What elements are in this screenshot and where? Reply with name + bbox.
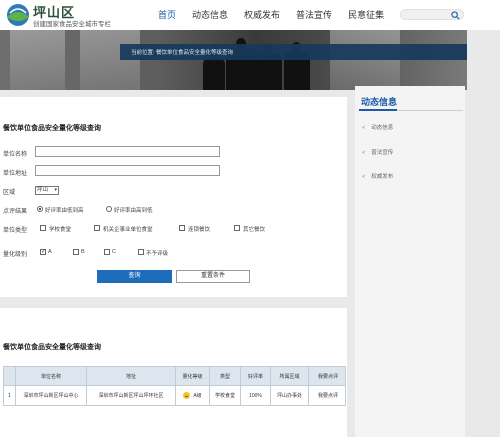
type-checkbox-chain[interactable] (179, 225, 185, 231)
check-icon: ✓ (41, 249, 47, 255)
chevron-left-icon: < (362, 125, 366, 131)
level-checkbox-a[interactable]: ✓ (40, 249, 46, 255)
level-option-label: B (81, 249, 85, 255)
table-cell: 100% (241, 386, 271, 405)
nav-item-home[interactable]: 首页 (150, 0, 184, 30)
level-option-label: 不予评级 (146, 251, 169, 257)
chevron-left-icon: < (362, 174, 366, 180)
chevron-down-icon: ▾ (54, 187, 57, 193)
table-cell: 坪山办事处 (271, 386, 309, 405)
table-header-cell: 我要点评 (317, 373, 338, 380)
type-option-label: 其它餐饮 (243, 227, 266, 233)
chevron-left-icon: < (362, 150, 366, 156)
unit-address-label: 单位地址 (3, 171, 28, 177)
table-header-cell: 地址 (87, 367, 176, 385)
sidebar-item-label: 动态信息 (371, 125, 394, 131)
unit-name-input[interactable] (35, 146, 220, 157)
nav-item-releases[interactable]: 权威发布 (236, 0, 288, 30)
result-radio-high-low[interactable] (106, 206, 112, 212)
region-select[interactable]: 坪山 ▾ (35, 186, 59, 195)
table-row: 1 深圳市坪山新区坪山中心 深圳市坪山新区坪山坪环社区 A级 学校食堂 100%… (3, 386, 346, 406)
banner-window (330, 30, 400, 90)
search-input[interactable] (400, 9, 464, 20)
table-header-cell: 好评率 (241, 367, 271, 385)
unit-name-label: 单位名称 (3, 152, 28, 158)
sidebar-item-news[interactable]: < 动态信息 (362, 123, 393, 131)
region-label: 区域 (3, 190, 16, 196)
unit-address-input[interactable] (35, 165, 220, 176)
banner-person (203, 58, 225, 90)
banner-window (80, 30, 140, 90)
sidebar-item-label: 权威发布 (371, 174, 394, 180)
table-header-cell: 量化等级 (176, 367, 210, 385)
banner-window (10, 30, 65, 90)
level-checkbox-b[interactable] (73, 249, 79, 255)
level-checkbox-unrated[interactable] (138, 249, 144, 255)
sidebar-title: 动态信息 (361, 97, 398, 107)
search-icon[interactable] (451, 11, 460, 20)
table-header-cell (4, 367, 16, 385)
type-option-label: 连锁餐饮 (188, 227, 211, 233)
type-checkbox-agency[interactable] (94, 225, 100, 231)
type-option-label: 学校食堂 (49, 227, 72, 233)
hero-banner (0, 30, 467, 90)
region-select-value: 坪山 (37, 187, 49, 193)
result-radio-low-high[interactable] (37, 206, 43, 212)
result-label: 点评结果 (3, 209, 28, 215)
table-cell: 深圳市坪山新区坪山坪环社区 (87, 386, 176, 405)
reset-button[interactable]: 重置条件 (176, 270, 250, 283)
level-checkbox-c[interactable] (104, 249, 110, 255)
sidebar-divider-accent (359, 109, 397, 111)
results-table-header: 单位名称 地址 量化等级 类型 好评率 所属区域 我要点评 (3, 366, 346, 386)
nav-item-news[interactable]: 动态信息 (184, 0, 236, 30)
sidebar-item-label: 普法宣传 (371, 150, 394, 156)
result-option-label: 好评率由高到低 (114, 208, 153, 214)
table-cell: 深圳市坪山新区坪山中心 (16, 386, 87, 405)
table-header-cell: 类型 (210, 367, 241, 385)
logo-icon (7, 4, 29, 26)
query-button[interactable]: 查询 (97, 270, 172, 283)
table-cell-grade: A级 (176, 386, 210, 405)
table-header-cell: 单位名称 (16, 367, 87, 385)
table-header-cell: 所属区域 (271, 367, 309, 385)
type-option-label: 机关企事业单位食堂 (103, 227, 153, 233)
site-logo-subtitle: 创建国家食品安全城市专栏 (33, 21, 111, 28)
grade-value: A级 (193, 393, 202, 399)
type-checkbox-school[interactable] (40, 225, 46, 231)
type-checkbox-other[interactable] (234, 225, 240, 231)
review-link[interactable]: 我要点评 (309, 386, 347, 405)
sidebar-item-releases[interactable]: < 权威发布 (362, 172, 393, 180)
level-label: 量化级别 (3, 252, 28, 258)
main-nav: 首页 动态信息 权威发布 普法宣传 民意征集 (150, 0, 392, 30)
nav-item-legal[interactable]: 普法宣传 (288, 0, 340, 30)
level-option-label: C (112, 249, 116, 255)
table-cell: 学校食堂 (210, 386, 241, 405)
query-form-title: 餐饮单位食品安全量化等级查询 (3, 125, 101, 132)
sidebar-item-legal[interactable]: < 普法宣传 (362, 148, 393, 156)
unit-type-label: 单位类型 (3, 228, 28, 234)
smile-icon (183, 392, 191, 399)
level-option-label: A (48, 249, 52, 255)
site-header: 坪山区 创建国家食品安全城市专栏 首页 动态信息 权威发布 普法宣传 民意征集 (0, 0, 500, 30)
results-title: 餐饮单位食品安全量化等级查询 (3, 344, 101, 351)
breadcrumb: 当前位置: 餐饮单位食品安全量化等级查询 (131, 50, 234, 56)
nav-item-opinion[interactable]: 民意征集 (340, 0, 392, 30)
table-cell: 1 (4, 386, 16, 405)
sidebar (355, 86, 465, 437)
result-option-label: 好评率由低到高 (45, 208, 84, 214)
